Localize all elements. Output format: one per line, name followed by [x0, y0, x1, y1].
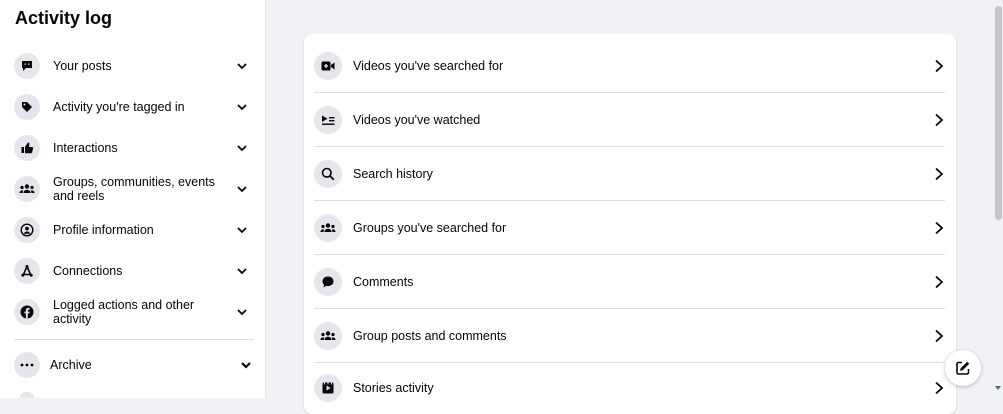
- list-item-label: Groups you've searched for: [353, 220, 507, 235]
- connections-icon: [14, 258, 40, 284]
- chevron-right-icon: [935, 221, 944, 234]
- group-icon: [314, 321, 342, 350]
- list-item-label: Group posts and comments: [353, 328, 507, 343]
- list-item-label: Search history: [353, 166, 433, 181]
- chevron-down-icon[interactable]: [236, 224, 248, 236]
- list-item-videos-watched[interactable]: Videos you've watched: [314, 93, 945, 146]
- list-item-comments[interactable]: Comments: [314, 255, 945, 308]
- list-item-videos-searched[interactable]: Videos you've searched for: [314, 39, 945, 92]
- sidebar-item-archive[interactable]: Archive: [14, 352, 254, 378]
- sidebar-item-label: Groups, communities, events and reels: [53, 175, 215, 203]
- chevron-down-icon[interactable]: [236, 265, 248, 277]
- stories-icon: [314, 373, 342, 402]
- sidebar-item-label: Interactions: [53, 141, 118, 155]
- sidebar-item-connections[interactable]: Connections: [14, 258, 254, 284]
- comment-icon: [314, 267, 342, 296]
- scrollbar-thumb[interactable]: [995, 6, 1002, 220]
- sidebar-item-label: Connections: [53, 264, 123, 278]
- chevron-right-icon: [935, 113, 944, 126]
- sidebar-item-interactions[interactable]: Interactions: [14, 135, 254, 161]
- sidebar-item-label: Logged actions and other activity: [53, 298, 195, 326]
- chevron-down-icon[interactable]: [240, 359, 252, 371]
- chevron-right-icon: [935, 275, 944, 288]
- search-icon: [314, 159, 342, 188]
- list-item-groups-searched[interactable]: Groups you've searched for: [314, 201, 945, 254]
- list-item-group-posts[interactable]: Group posts and comments: [314, 309, 945, 362]
- list-item-label: Videos you've watched: [353, 112, 481, 127]
- video-camera-icon: [314, 51, 342, 80]
- new-message-button[interactable]: [945, 350, 981, 386]
- list-item-label: Videos you've searched for: [353, 58, 504, 73]
- group-icon: [14, 176, 40, 202]
- sidebar-item-label: Activity you're tagged in: [53, 100, 185, 114]
- chevron-right-icon: [935, 381, 944, 394]
- sidebar-item-label: Profile information: [53, 223, 154, 237]
- chevron-down-icon[interactable]: [236, 306, 248, 318]
- list-item-stories-activity[interactable]: Stories activity: [314, 361, 945, 414]
- page-title: Activity log: [15, 8, 113, 28]
- chevron-down-icon[interactable]: [236, 101, 248, 113]
- activity-category-list: Videos you've searched for Videos you've…: [304, 34, 956, 414]
- group-icon: [314, 213, 342, 242]
- chevron-right-icon: [935, 329, 944, 342]
- sidebar-item-tagged[interactable]: Activity you're tagged in: [14, 94, 254, 120]
- chevron-right-icon: [935, 167, 944, 180]
- thumbs-up-icon: [14, 135, 40, 161]
- activity-log-sidebar: Activity log Your posts Activity you're …: [0, 0, 266, 398]
- chevron-down-icon[interactable]: [236, 142, 248, 154]
- scroll-down-arrow-icon[interactable]: [995, 386, 1001, 390]
- list-item-label: Comments: [353, 274, 414, 289]
- profile-icon: [14, 217, 40, 243]
- sidebar-item-partial: [20, 392, 34, 398]
- compose-icon: [956, 361, 970, 375]
- sidebar-item-groups[interactable]: Groups, communities, events and reels: [14, 175, 254, 203]
- sidebar-item-label: Archive: [50, 358, 92, 372]
- speech-bubble-icon: [14, 53, 40, 79]
- chevron-down-icon[interactable]: [236, 183, 248, 195]
- list-item-label: Stories activity: [353, 380, 434, 395]
- sidebar-item-label: Your posts: [53, 59, 112, 73]
- sidebar-item-your-posts[interactable]: Your posts: [14, 53, 254, 79]
- sidebar-item-profile-information[interactable]: Profile information: [14, 217, 254, 243]
- sidebar-divider: [14, 339, 254, 340]
- list-item-search-history[interactable]: Search history: [314, 147, 945, 200]
- sidebar-item-logged-actions[interactable]: Logged actions and other activity: [14, 298, 254, 326]
- chevron-right-icon: [935, 59, 944, 72]
- facebook-icon: [14, 299, 40, 325]
- tag-icon: [14, 94, 40, 120]
- more-icon: [14, 352, 40, 378]
- video-list-icon: [314, 105, 342, 134]
- chevron-down-icon[interactable]: [236, 60, 248, 72]
